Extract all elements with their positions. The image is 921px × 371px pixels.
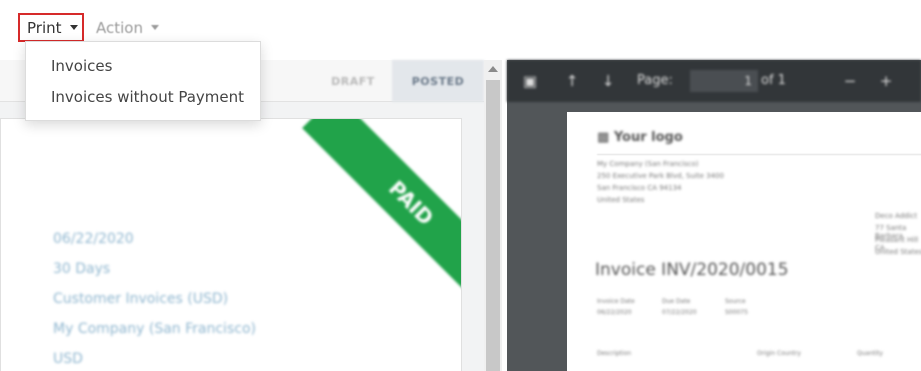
zoom-out-icon[interactable]: − (841, 72, 859, 90)
meta-label: Invoice Date (597, 298, 635, 305)
meta-value: 06/22/2020 (597, 309, 632, 316)
print-dropdown-menu: Invoices Invoices without Payment (25, 41, 261, 121)
invoice-date-field[interactable]: 06/22/2020 (53, 231, 134, 247)
partner-line: United States (875, 248, 921, 256)
invoice-title: Invoice INV/2020/0015 (595, 260, 789, 280)
arrow-down-icon[interactable]: ↓ (599, 72, 617, 90)
menu-item-invoices[interactable]: Invoices (26, 54, 260, 85)
menu-item-invoices-without-payment[interactable]: Invoices without Payment (26, 85, 260, 116)
pdf-viewer: ▣ ↑ ↓ Page: 1 of 1 − + ▩ Your logo My Co… (507, 60, 921, 371)
invoice-sheet: PAID 06/22/2020 30 Days Customer Invoice… (0, 118, 462, 371)
partner-line: Deco Addict (875, 212, 918, 220)
scroll-thumb[interactable] (486, 80, 500, 371)
vertical-scrollbar[interactable] (484, 60, 502, 371)
meta-value: S00075 (725, 309, 748, 316)
currency-field[interactable]: USD (53, 351, 83, 367)
meta-value: 07/22/2020 (662, 309, 697, 316)
page-total: of 1 (761, 73, 786, 88)
print-button[interactable]: Print (18, 13, 84, 42)
pdf-toolbar: ▣ ↑ ↓ Page: 1 of 1 − + (507, 60, 921, 102)
paid-ribbon: PAID (302, 119, 461, 309)
chevron-down-icon (69, 25, 78, 30)
paid-ribbon-container: PAID (271, 119, 461, 309)
page-label: Page: (637, 73, 673, 88)
chevron-down-icon (150, 25, 159, 30)
company-line: My Company (San Francisco) (597, 160, 699, 168)
arrow-up-icon[interactable]: ↑ (563, 72, 581, 90)
table-header: Description (597, 350, 632, 357)
company-line: United States (597, 196, 645, 204)
stage-draft[interactable]: DRAFT (312, 60, 394, 102)
stage-posted[interactable]: POSTED (392, 60, 484, 102)
page-number-input[interactable]: 1 (690, 70, 758, 92)
table-header: Origin Country (757, 350, 801, 357)
company-line: 250 Executive Park Blvd, Suite 3400 (597, 172, 724, 180)
screen: Print Action DRAFT POSTED PAID 06/22/202… (0, 0, 921, 371)
meta-label: Due Date (662, 298, 691, 305)
header-divider (597, 154, 921, 155)
pdf-page: ▩ Your logo My Company (San Francisco) 2… (567, 112, 921, 371)
print-label: Print (27, 18, 62, 37)
journal-field[interactable]: Customer Invoices (USD) (53, 291, 228, 307)
sidebar-toggle-icon[interactable]: ▣ (521, 72, 539, 90)
action-button[interactable]: Action (96, 13, 159, 42)
scroll-up-arrow-icon[interactable] (488, 66, 498, 72)
zoom-in-icon[interactable]: + (877, 72, 895, 90)
action-label: Action (96, 18, 143, 37)
logo-label: Your logo (613, 130, 683, 145)
payment-terms-field[interactable]: 30 Days (53, 261, 110, 277)
meta-label: Source (725, 298, 746, 305)
logo-text: ▩ Your logo (597, 130, 683, 145)
table-header: Quantity (857, 350, 883, 357)
company-field[interactable]: My Company (San Francisco) (53, 321, 256, 337)
company-line: San Francisco CA 94134 (597, 184, 682, 192)
